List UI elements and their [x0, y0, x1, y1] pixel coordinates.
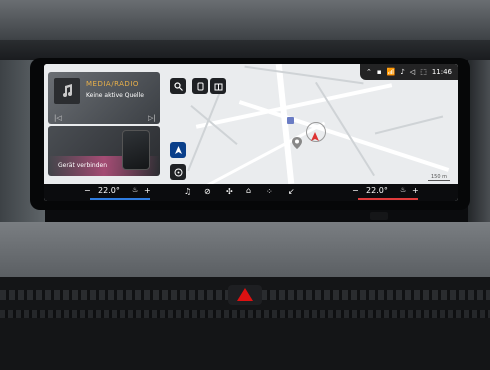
location-pin-icon[interactable] — [292, 134, 302, 153]
phone-icon — [122, 130, 150, 170]
passenger-temp-bar — [358, 198, 418, 200]
driver-temp-increase[interactable]: + — [144, 186, 151, 195]
driver-temp[interactable]: 22.0° — [98, 186, 120, 195]
upload-icon: ⌃ — [365, 68, 372, 76]
map-street — [244, 65, 364, 85]
device-widget[interactable]: Gerät verbinden — [48, 126, 160, 176]
lower-dashboard — [0, 222, 490, 277]
poi-button[interactable] — [210, 78, 226, 94]
fan-icon[interactable]: ⊘ — [204, 187, 211, 196]
passenger-temp[interactable]: 22.0° — [366, 186, 388, 195]
search-button[interactable] — [170, 78, 186, 94]
connect-device-label: Gerät verbinden — [58, 162, 108, 169]
map-road — [275, 64, 295, 184]
navigation-icon — [174, 145, 182, 154]
car-headliner — [0, 0, 490, 40]
signal-icon: 📶 — [386, 68, 396, 76]
hazard-icon — [237, 288, 253, 301]
seat-heat-icon[interactable]: ♨ — [400, 186, 406, 194]
sim-icon: ▪ — [376, 68, 382, 76]
media-widget[interactable]: MEDIA/RADIO Keine aktive Quelle |◁ ▷| — [48, 72, 160, 124]
air-vent-lower — [0, 310, 490, 318]
vehicle-arrow-icon — [311, 126, 319, 145]
dashboard-top — [0, 40, 490, 60]
phone-icon — [197, 82, 203, 90]
map-road — [238, 100, 450, 172]
seat-heat-icon[interactable]: ♨ — [132, 186, 138, 194]
fan-icon[interactable]: ✣ — [226, 187, 233, 196]
status-bar: ⌃ ▪ 📶 ♪ ◁ ⬚ 11:46 — [359, 64, 458, 80]
media-subtitle: Keine aktive Quelle — [86, 92, 144, 99]
map-poi-marker[interactable] — [287, 117, 294, 124]
phone-icon[interactable]: ↙ — [288, 187, 295, 196]
driver-climate: − 22.0° ♨ + — [84, 184, 184, 201]
screen-mount — [370, 212, 388, 220]
navigation-mode-button[interactable] — [170, 142, 186, 158]
home-icon[interactable]: ⌂ — [246, 186, 251, 195]
passenger-temp-increase[interactable]: + — [412, 186, 419, 195]
music-status-icon: ♪ — [400, 68, 405, 76]
map-options-button[interactable] — [170, 164, 186, 180]
climate-bar: − 22.0° ♨ + ♫ ⊘ ✣ ⌂ ⁘ ↙ − 22.0° ♨ + — [44, 184, 458, 201]
media-title: MEDIA/RADIO — [86, 80, 139, 88]
driver-temp-decrease[interactable]: − — [84, 186, 91, 195]
phone-status-icon: ⬚ — [420, 68, 427, 76]
recent-destinations-button[interactable] — [192, 78, 208, 94]
map-street — [374, 115, 444, 135]
music-note-icon[interactable]: ♫ — [184, 187, 191, 196]
building-icon — [214, 83, 222, 90]
search-icon — [173, 81, 183, 91]
compass-icon — [174, 168, 182, 176]
next-track-button[interactable]: ▷| — [148, 114, 156, 122]
apps-grid-icon[interactable]: ⁘ — [266, 187, 273, 196]
volume-icon: ◁ — [409, 68, 416, 76]
driver-temp-bar — [90, 198, 150, 200]
map-scale: 150 m — [427, 174, 450, 181]
infotainment-screen: ⌃ ▪ 📶 ♪ ◁ ⬚ 11:46 MEDIA/RADIO Keine akti… — [44, 64, 458, 201]
music-note-icon — [63, 84, 72, 97]
album-art — [54, 78, 80, 104]
previous-track-button[interactable]: |◁ — [54, 114, 62, 122]
clock: 11:46 — [431, 68, 452, 76]
passenger-temp-decrease[interactable]: − — [352, 186, 359, 195]
passenger-climate: − 22.0° ♨ + — [352, 184, 442, 201]
